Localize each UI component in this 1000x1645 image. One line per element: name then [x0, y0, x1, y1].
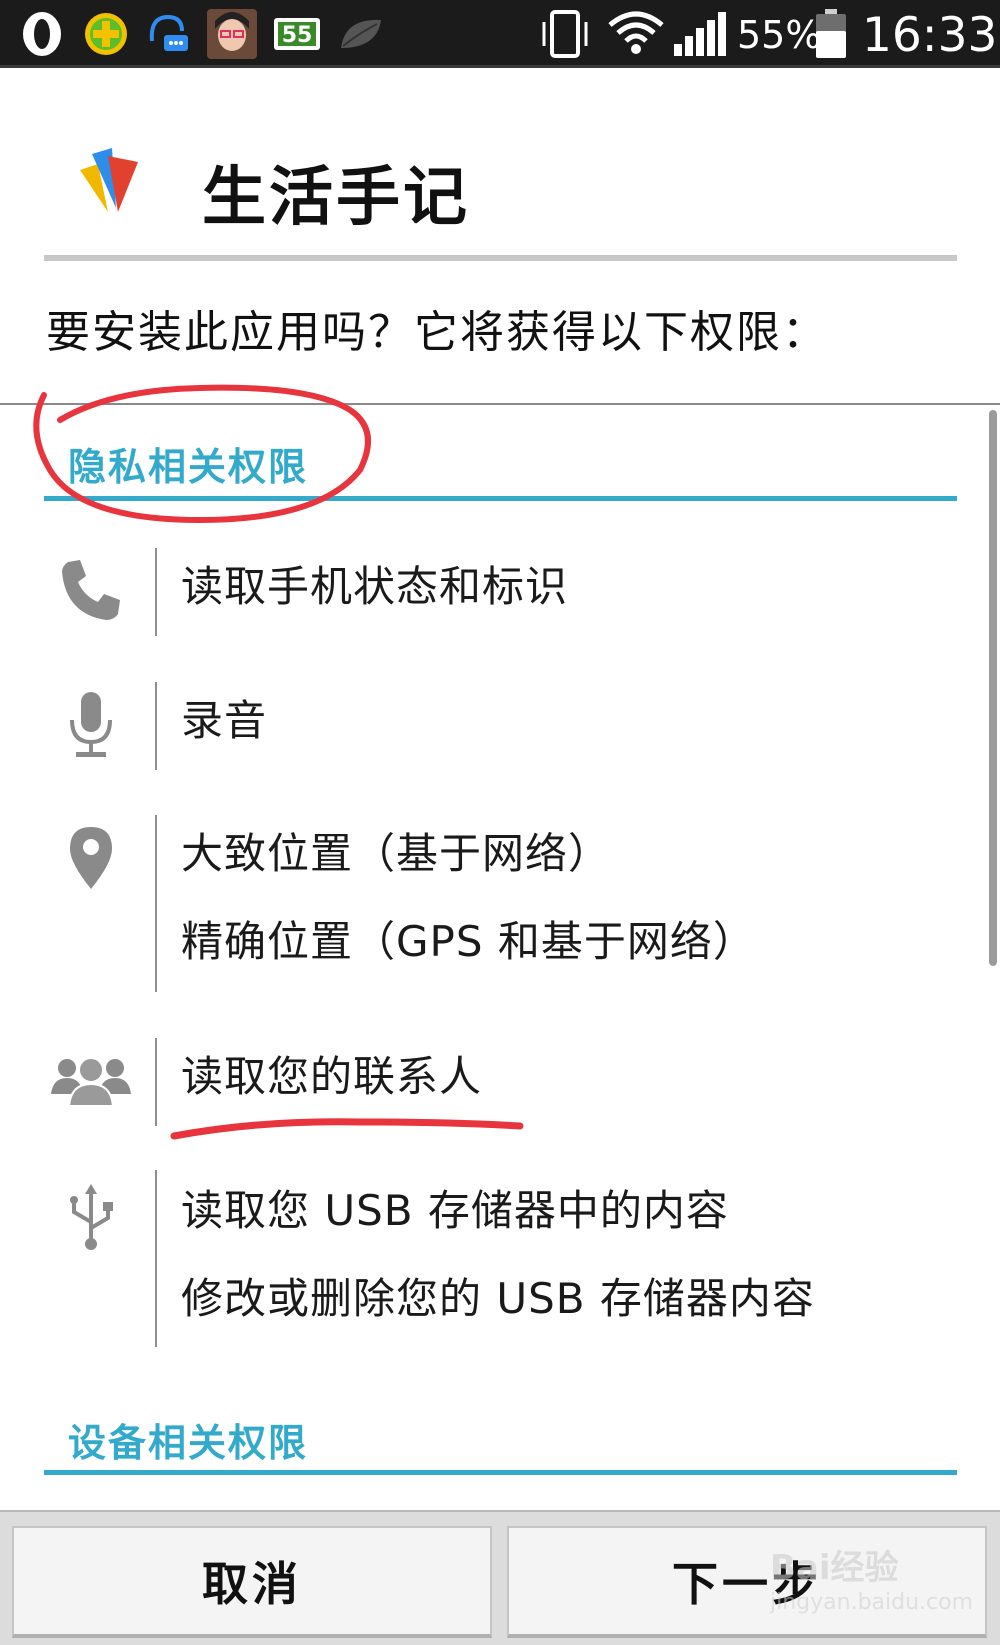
scrollbar[interactable] — [989, 410, 997, 966]
contacts-icon — [48, 1052, 134, 1108]
phone-icon — [48, 556, 134, 626]
device-section-title: 设备相关权限 — [68, 1421, 309, 1465]
microphone-icon — [48, 690, 134, 760]
cell-signal-icon — [670, 8, 730, 60]
usb-icon — [48, 1182, 134, 1252]
perm-divider — [155, 682, 157, 770]
perm-read-usb-storage: 读取您 USB 存储器中的内容 — [181, 1186, 729, 1235]
leaf-icon — [336, 8, 386, 60]
app-logo-icon — [78, 142, 148, 214]
55-app-icon: 55 — [272, 8, 322, 60]
chat-bubble-icon — [146, 8, 192, 60]
install-question: 要安装此应用吗？它将获得以下权限： — [46, 307, 828, 358]
perm-modify-usb-storage: 修改或删除您的 USB 存储器内容 — [181, 1274, 815, 1323]
wifi-icon — [606, 8, 666, 60]
perm-record-audio: 录音 — [181, 696, 268, 745]
perm-divider — [155, 815, 157, 992]
perm-read-contacts: 读取您的联系人 — [181, 1052, 483, 1101]
next-button[interactable]: 下一步 — [507, 1526, 987, 1638]
battery-icon — [814, 8, 848, 60]
battery-percent: 55% — [737, 13, 822, 57]
device-section-rule — [44, 1470, 957, 1475]
status-bar: 55 55% 16:33 — [0, 0, 1000, 68]
opera-icon — [18, 8, 66, 60]
button-bar: 取消 下一步 — [0, 1510, 1000, 1645]
location-pin-icon — [48, 825, 134, 891]
clock: 16:33 — [862, 8, 998, 63]
cancel-button[interactable]: 取消 — [12, 1526, 492, 1638]
app-header: 生活手记 — [0, 70, 1000, 260]
perm-fine-location: 精确位置（GPS 和基于网络） — [181, 917, 756, 966]
contact-avatar-icon — [206, 8, 258, 60]
perm-read-phone-state: 读取手机状态和标识 — [181, 562, 569, 611]
privacy-section-rule — [44, 496, 957, 501]
header-divider — [44, 255, 957, 261]
list-top-divider — [0, 403, 1000, 405]
perm-divider — [155, 1038, 157, 1126]
perm-coarse-location: 大致位置（基于网络） — [181, 829, 612, 878]
app-name: 生活手记 — [202, 161, 470, 235]
svg-text:55: 55 — [282, 23, 313, 48]
perm-divider — [155, 1170, 157, 1347]
360-security-icon — [82, 8, 130, 60]
vibrate-icon — [538, 8, 594, 60]
annotation-underline — [170, 1118, 524, 1140]
privacy-section-title: 隐私相关权限 — [68, 445, 309, 489]
perm-divider — [155, 548, 157, 636]
